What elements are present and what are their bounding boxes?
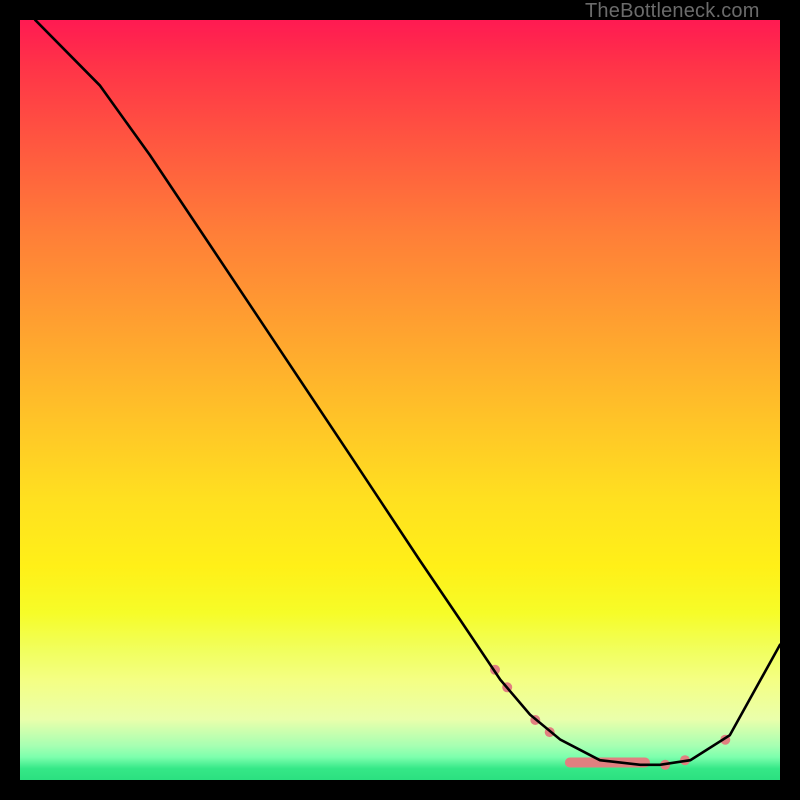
- curve-marker-bar: [565, 758, 650, 768]
- chart-frame: TheBottleneck.com: [0, 0, 800, 800]
- attribution-text: TheBottleneck.com: [585, 0, 760, 23]
- plot-area: [20, 20, 780, 780]
- chart-svg: [20, 20, 780, 780]
- marker-layer: [490, 665, 730, 770]
- bottleneck-curve: [35, 20, 780, 765]
